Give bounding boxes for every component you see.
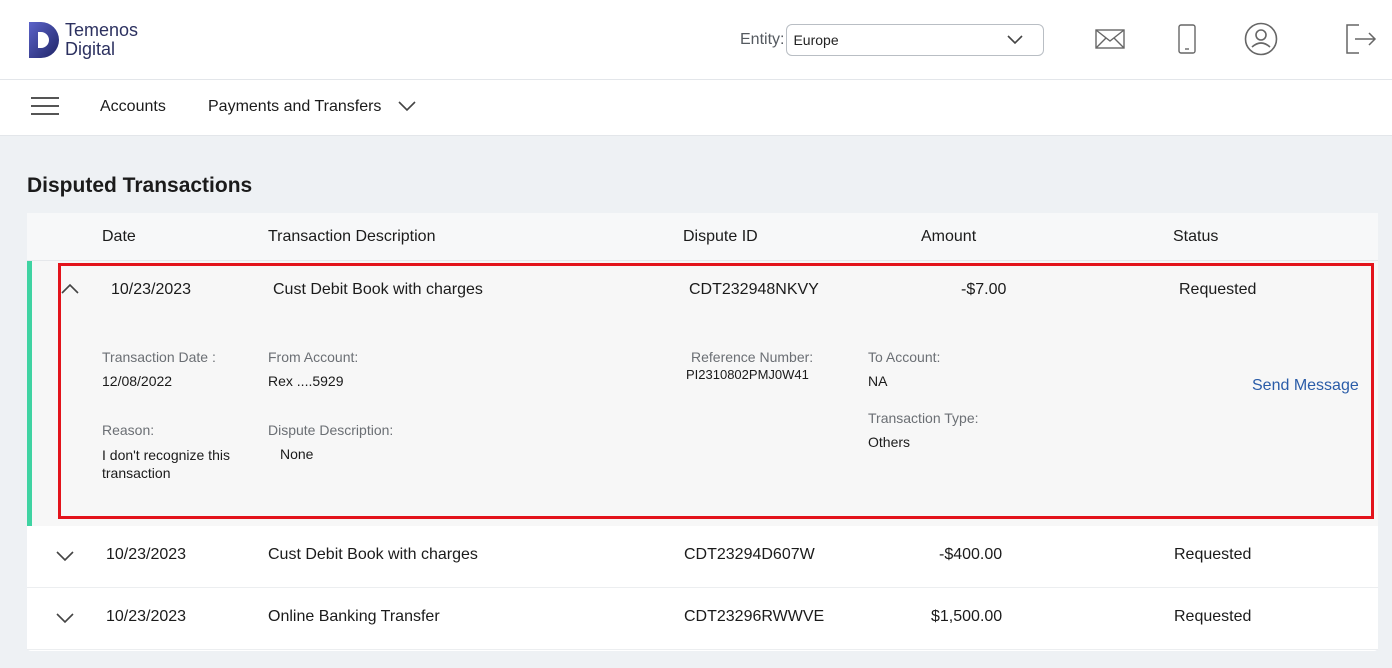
send-message-link[interactable]: Send Message: [1252, 377, 1359, 395]
disputes-table: Date Transaction Description Dispute ID …: [27, 213, 1378, 651]
row-dispute-id: CDT23294D607W: [684, 546, 815, 563]
transaction-date-label: Transaction Date :: [102, 349, 216, 365]
row-date: 10/23/2023: [106, 546, 187, 563]
col-date: Date: [102, 228, 136, 245]
row-dispute-id: CDT232948NKVY: [689, 281, 819, 298]
col-amount: Amount: [921, 228, 977, 245]
row-amount: -$400.00: [939, 546, 1003, 563]
col-status: Status: [1173, 228, 1219, 245]
table-header: Date Transaction Description Dispute ID …: [27, 213, 1378, 261]
row-status: Requested: [1174, 608, 1252, 625]
logo-d-icon: [29, 22, 59, 58]
reference-number-value: PI2310802PMJ0W41: [686, 367, 809, 382]
hamburger-menu-icon[interactable]: [31, 97, 59, 119]
mobile-icon[interactable]: [1170, 22, 1204, 56]
main-nav: Accounts Payments and Transfers: [0, 80, 1392, 136]
dispute-description-value: None: [280, 446, 314, 462]
transaction-type-label: Transaction Type:: [868, 410, 979, 426]
reason-label: Reason:: [102, 422, 155, 438]
row-description: Online Banking Transfer: [268, 608, 440, 625]
chevron-down-icon[interactable]: [56, 550, 74, 562]
brand-name: Temenos Digital: [65, 21, 138, 59]
chevron-down-icon[interactable]: [398, 100, 416, 112]
reason-value: I don't recognize this transaction: [102, 447, 230, 481]
row-dispute-id: CDT23296RWWVE: [684, 608, 825, 625]
top-header: Temenos Digital Entity: Europe: [0, 0, 1392, 80]
row-amount: -$7.00: [961, 281, 1007, 298]
entity-selector: Entity: Europe: [740, 24, 1045, 56]
transaction-date-value: 12/08/2022: [102, 373, 173, 389]
from-account-value: Rex ....5929: [268, 373, 344, 389]
row-description: Cust Debit Book with charges: [273, 281, 483, 298]
nav-payments-transfers[interactable]: Payments and Transfers: [208, 98, 381, 116]
row-accent-bar: [27, 261, 32, 526]
chevron-down-icon: [1007, 35, 1024, 45]
table-row[interactable]: 10/23/2023 Cust Debit Book with charges …: [27, 526, 1378, 588]
brand-logo[interactable]: Temenos Digital: [27, 20, 138, 60]
row-description: Cust Debit Book with charges: [268, 546, 478, 563]
user-profile-icon[interactable]: [1244, 22, 1278, 56]
row-date: 10/23/2023: [106, 608, 187, 625]
chevron-down-icon[interactable]: [56, 612, 74, 624]
brand-line2: Digital: [65, 39, 116, 59]
from-account-label: From Account:: [268, 349, 359, 365]
nav-accounts[interactable]: Accounts: [100, 98, 166, 116]
entity-dropdown[interactable]: Europe: [786, 24, 1045, 56]
highlight-box: [58, 263, 1374, 519]
page-title: Disputed Transactions: [27, 174, 253, 197]
row-amount: $1,500.00: [931, 608, 1003, 625]
table-row-expanded[interactable]: 10/23/2023 Cust Debit Book with charges …: [27, 261, 1378, 526]
transaction-type-value: Others: [868, 434, 911, 450]
entity-label: Entity:: [740, 31, 785, 48]
to-account-value: NA: [868, 373, 888, 389]
table-row[interactable]: 10/23/2023 Online Banking Transfer CDT23…: [27, 588, 1378, 650]
chevron-up-icon[interactable]: [61, 283, 79, 295]
dispute-description-label: Dispute Description:: [268, 422, 394, 438]
row-status: Requested: [1179, 281, 1257, 298]
reference-number-label: Reference Number:: [691, 349, 814, 365]
row-date: 10/23/2023: [111, 281, 192, 298]
entity-value: Europe: [793, 32, 839, 48]
logout-icon[interactable]: [1344, 22, 1378, 56]
to-account-label: To Account:: [868, 349, 941, 365]
mail-icon[interactable]: [1093, 22, 1127, 56]
col-dispute-id: Dispute ID: [683, 228, 758, 245]
brand-line1: Temenos: [65, 20, 139, 40]
row-status: Requested: [1174, 546, 1252, 563]
col-description: Transaction Description: [268, 228, 436, 245]
